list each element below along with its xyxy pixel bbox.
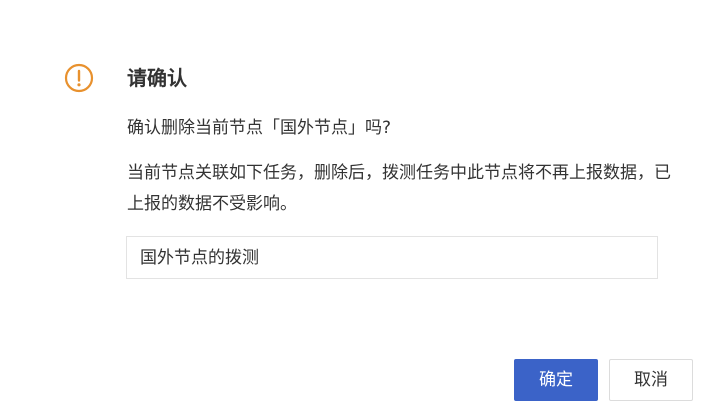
confirm-dialog: 请确认 确认删除当前节点「国外节点」吗? 当前节点关联如下任务，删除后，拨测任务… [0, 0, 720, 416]
list-item: 国外节点的拨测 [140, 248, 259, 268]
dialog-description: 当前节点关联如下任务，删除后，拨测任务中此节点将不再上报数据，已上报的数据不受影… [127, 163, 671, 214]
cancel-button[interactable]: 取消 [609, 359, 693, 401]
confirm-question: 确认删除当前节点「国外节点」吗? [127, 118, 392, 138]
dialog-title: 请确认 [127, 66, 187, 90]
exclamation-circle-icon [64, 63, 94, 93]
confirm-button[interactable]: 确定 [514, 359, 598, 401]
related-task-list: 国外节点的拨测 [126, 236, 658, 279]
